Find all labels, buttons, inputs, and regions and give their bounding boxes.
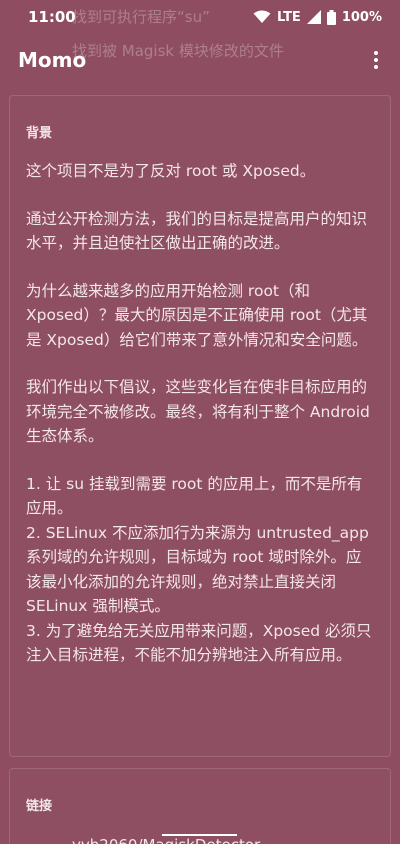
more-vert-icon bbox=[374, 51, 378, 55]
links-card: 链接 bbox=[9, 768, 391, 844]
app-title: Momo bbox=[18, 48, 87, 72]
battery-level: 100% bbox=[341, 9, 382, 25]
background-paragraph-4: 我们作出以下倡议，这些变化旨在使非目标应用的环境完全不被修改。最终，将有利于整个… bbox=[26, 378, 370, 445]
background-paragraph-2: 通过公开检测方法，我们的目标是提高用户的知识水平，并且迫使社区做出正确的改进。 bbox=[26, 209, 368, 253]
background-paragraph-3: 为什么越来越多的应用开始检测 root（和 Xposed）？最大的原因是不正确使… bbox=[26, 281, 368, 349]
status-bar: 11:00 LTE 100% bbox=[0, 0, 400, 34]
scroll-indicator bbox=[162, 834, 237, 836]
status-icons: LTE 100% bbox=[253, 9, 382, 25]
background-card: 背景 这个项目不是为了反对 root 或 Xposed。 通过公开检测方法，我们… bbox=[9, 95, 391, 757]
background-card-title: 背景 bbox=[26, 126, 53, 141]
signal-icon bbox=[306, 10, 321, 24]
battery-icon bbox=[326, 9, 336, 25]
wifi-icon bbox=[253, 10, 271, 23]
background-paragraph-1: 这个项目不是为了反对 root 或 Xposed。 bbox=[26, 162, 316, 180]
more-options-button[interactable] bbox=[364, 48, 388, 72]
link-magisk-detector[interactable]: vvb2060/MagiskDetector bbox=[72, 836, 260, 844]
links-card-title: 链接 bbox=[26, 799, 53, 814]
network-type: LTE bbox=[276, 9, 301, 25]
status-time: 11:00 bbox=[28, 8, 76, 26]
background-paragraph-proposals: 1. 让 su 挂载到需要 root 的应用上，而不是所有应用。 2. SELi… bbox=[26, 474, 372, 665]
screen: 找到可执行程序“su” 找到被 Magisk 模块修改的文件 11:00 LTE… bbox=[0, 0, 400, 844]
app-bar: Momo bbox=[0, 34, 400, 86]
